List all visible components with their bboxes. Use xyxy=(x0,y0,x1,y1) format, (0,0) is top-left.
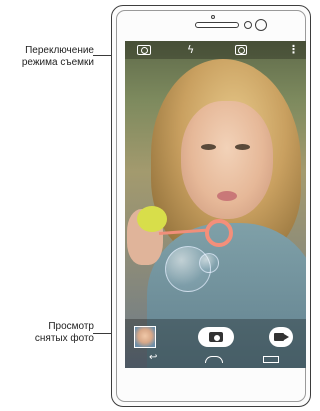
gallery-thumbnail[interactable] xyxy=(134,326,156,348)
gallery-callout-line1: Просмотр xyxy=(48,321,94,332)
home-icon[interactable] xyxy=(205,356,223,363)
bubble-wand-ring xyxy=(205,219,233,247)
recent-apps-icon[interactable] xyxy=(263,356,279,363)
photo-subject-face xyxy=(181,101,273,219)
video-record-button[interactable] xyxy=(269,327,293,347)
photo-subject-eye-left xyxy=(201,144,216,150)
mode-switch-callout-line2: режима съемки xyxy=(21,57,94,68)
mode-switch-icon[interactable] xyxy=(137,45,151,55)
camera-top-toolbar: ϟ ⋮ xyxy=(125,41,306,59)
photo-subject-eye-right xyxy=(235,144,250,150)
video-camera-icon xyxy=(274,333,289,341)
camera-icon xyxy=(209,332,223,342)
photo-subject-lips xyxy=(217,191,237,201)
bubble-bottle xyxy=(137,206,167,232)
camera-viewfinder[interactable]: ϟ ⋮ ↩ xyxy=(125,41,306,368)
back-icon[interactable]: ↩ xyxy=(149,353,157,363)
menu-icon[interactable]: ⋮ xyxy=(288,44,299,55)
camera-bottom-toolbar: ↩ xyxy=(125,319,306,368)
gallery-callout: Просмотр снятых фото xyxy=(2,321,94,345)
mode-switch-callout-line1: Переключение xyxy=(25,45,94,56)
soap-bubble xyxy=(199,253,219,273)
light-sensor xyxy=(244,21,252,29)
flash-off-icon[interactable]: ϟ xyxy=(187,44,194,55)
proximity-sensor xyxy=(211,15,215,19)
shutter-button[interactable] xyxy=(198,327,234,347)
front-camera xyxy=(255,19,267,31)
mode-switch-callout: Переключение режима съемки xyxy=(2,45,94,69)
gallery-callout-line2: снятых фото xyxy=(34,333,94,344)
earpiece-speaker xyxy=(195,22,239,28)
switch-camera-icon[interactable] xyxy=(235,45,247,55)
